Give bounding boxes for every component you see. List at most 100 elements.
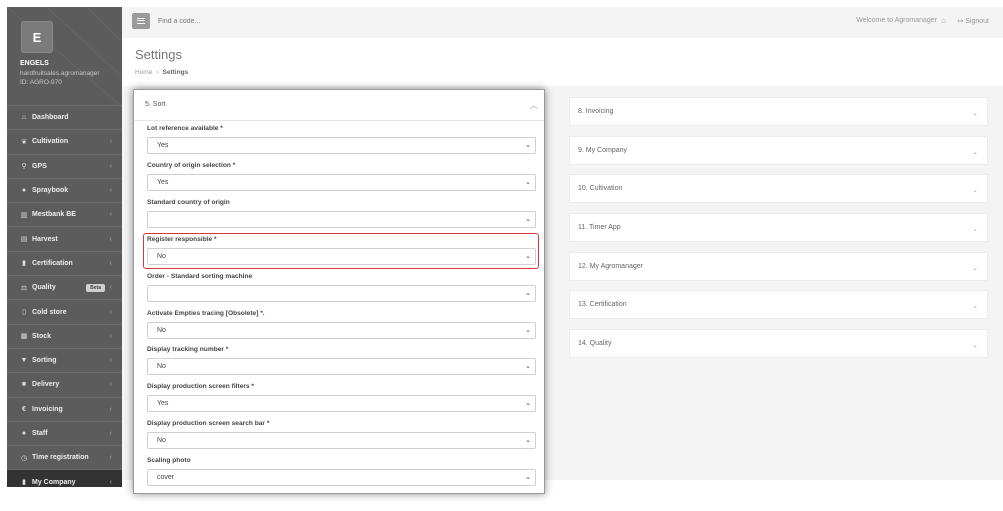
home-icon: ⌂ — [21, 114, 27, 122]
sidebar-item-label: Mestbank BE — [32, 211, 76, 219]
sidebar-item-label: Harvest — [32, 235, 58, 243]
breadcrumb-current: Settings — [162, 69, 189, 76]
sidebar-item-invoicing[interactable]: € Invoicing ‹ — [7, 396, 122, 421]
sidebar-item-my-company[interactable]: ▮ My Company ‹ — [7, 469, 122, 487]
select-dropdown[interactable]: ⌄ — [147, 285, 536, 302]
select-dropdown[interactable]: cover ⌄ — [147, 469, 536, 486]
field-lot-reference-available: Lot reference available * Yes ⌄ — [147, 125, 536, 154]
company-id: ID: AGRO-970 — [20, 79, 62, 86]
field-scaling-photo: Scaling photo cover ⌄ — [147, 457, 536, 486]
select-value: Yes — [157, 142, 169, 149]
field-label: Display production screen filters * — [147, 383, 254, 390]
sidebar-item-certification[interactable]: ▮ Certification ‹ — [7, 250, 122, 275]
building-icon: ▮ — [22, 479, 26, 487]
sidebar-item-gps[interactable]: ⚲ GPS ‹ — [7, 153, 122, 178]
breadcrumb-separator: › — [156, 69, 159, 76]
sort-panel-header[interactable]: 5. Sort ︿ — [134, 90, 544, 121]
chevron-up-icon[interactable]: ︿ — [530, 100, 538, 111]
bank-icon: ▥ — [20, 211, 28, 219]
sidebar-item-dashboard[interactable]: ⌂ Dashboard — [7, 105, 122, 129]
accordion-title: 9. My Company — [578, 147, 628, 154]
signout-link[interactable]: ↦ Signout — [957, 17, 989, 25]
select-dropdown[interactable]: Yes ⌄ — [147, 395, 536, 412]
sidebar-item-label: GPS — [32, 162, 47, 170]
sidebar-item-label: Time registration — [32, 454, 89, 462]
field-country-of-origin-selection: Country of origin selection * Yes ⌄ — [147, 162, 536, 191]
search-input[interactable] — [158, 14, 358, 29]
sidebar-item-label: Staff — [32, 430, 48, 437]
sidebar-item-harvest[interactable]: ▤ Harvest ‹ — [7, 226, 122, 250]
field-label: Lot reference available * — [147, 125, 223, 132]
company-name: ENGELS — [20, 60, 49, 67]
breadcrumb-home[interactable]: Home — [135, 69, 152, 76]
select-dropdown[interactable]: ⌄ — [147, 211, 536, 228]
sidebar-item-cold-store[interactable]: ▯ Cold store ‹ — [7, 299, 122, 323]
sidebar-item-mestbank-be[interactable]: ▥ Mestbank BE ‹ — [7, 202, 122, 226]
home-icon[interactable]: ⌂ — [941, 16, 946, 25]
field-label: Scaling photo — [147, 457, 191, 464]
chevron-left-icon: ‹ — [109, 284, 112, 292]
accordion-12-my-agromanager[interactable]: 12. My Agromanager ⌄ — [569, 252, 988, 281]
sidebar-item-label: Spraybook — [32, 187, 69, 195]
accordion-title: 13. Certification — [578, 301, 627, 308]
chevron-down-icon: ⌄ — [972, 226, 978, 233]
beta-badge: Beta — [86, 283, 105, 292]
breadcrumb: Home › Settings — [135, 69, 188, 76]
field-label: Display tracking number * — [147, 346, 229, 353]
accordion-14-quality[interactable]: 14. Quality ⌄ — [569, 329, 988, 358]
accordion-8-invoicing[interactable]: 8. Invoicing ⌄ — [569, 97, 988, 126]
sidebar-item-label: Quality — [32, 284, 56, 292]
chevron-down-icon: ⌄ — [972, 303, 978, 310]
chevron-left-icon: ‹ — [109, 235, 112, 243]
accordion-10-cultivation[interactable]: 10. Cultivation ⌄ — [569, 174, 988, 203]
select-dropdown[interactable]: No ⌄ — [147, 358, 536, 375]
chevron-left-icon: ‹ — [109, 357, 112, 365]
chevron-down-icon: ⌄ — [972, 265, 978, 272]
sidebar-item-staff[interactable]: ● Staff ‹ — [7, 420, 122, 445]
select-dropdown[interactable]: No ⌄ — [147, 322, 536, 339]
company-subdomain: hardfruitsales.agromanager — [20, 70, 100, 77]
sidebar-item-quality[interactable]: ⚖ Quality Beta ‹ — [7, 275, 122, 299]
chevron-left-icon: ‹ — [109, 259, 112, 267]
sidebar-item-label: Invoicing — [32, 405, 63, 413]
accordion-9-my-company[interactable]: 9. My Company ⌄ — [569, 136, 988, 165]
menu-toggle-button[interactable] — [132, 13, 150, 29]
sidebar-item-delivery[interactable]: ■ Delivery ‹ — [7, 372, 122, 396]
scale-icon: ⚖ — [20, 284, 28, 292]
sidebar-item-time-registration[interactable]: ◷ Time registration ‹ — [7, 445, 122, 469]
field-label: Activate Empties tracing [Obsolete] *. — [147, 310, 265, 317]
euro-icon: € — [22, 405, 26, 413]
clock-icon: ◷ — [20, 454, 28, 462]
sidebar-item-spraybook[interactable]: ● Spraybook ‹ — [7, 177, 122, 202]
top-bar: Welcome to Agromanager ⌂ ↦ Signout — [122, 7, 1003, 38]
sidebar-nav: ⌂ Dashboard ❦ Cultivation ‹ ⚲ GPS ‹ ● Spraybook ‹ ▥… — [7, 105, 122, 487]
sidebar-item-label: Sorting — [32, 357, 57, 365]
sidebar-item-label: My Company — [32, 478, 76, 486]
field-display-production-screen-filters: Display production screen filters * Yes ⌄ — [147, 383, 536, 412]
accordion-11-timer-app[interactable]: 11. Timer App ⌄ — [569, 213, 988, 242]
select-dropdown[interactable]: Yes ⌄ — [147, 174, 536, 191]
sidebar-item-label: Dashboard — [32, 114, 69, 122]
chevron-left-icon: ‹ — [109, 138, 112, 146]
page-title: Settings — [135, 47, 182, 62]
accordion-13-certification[interactable]: 13. Certification ⌄ — [569, 290, 988, 319]
sort-panel-title: 5. Sort — [145, 101, 166, 108]
sidebar-item-cultivation[interactable]: ❦ Cultivation ‹ — [7, 129, 122, 153]
select-dropdown[interactable]: No ⌄ — [147, 432, 536, 449]
select-value: No — [157, 327, 166, 334]
accordion-title: 11. Timer App — [578, 224, 621, 231]
field-order-standard-sorting-machine: Order - Standard sorting machine ⌄ — [147, 273, 536, 302]
chevron-left-icon: ‹ — [109, 478, 112, 486]
select-dropdown[interactable]: Yes ⌄ — [147, 137, 536, 154]
sidebar-item-sorting[interactable]: ▼ Sorting ‹ — [7, 347, 122, 372]
highlight-register-responsible — [143, 233, 539, 269]
company-logo[interactable]: E — [21, 21, 53, 53]
chevron-down-icon: ⌄ — [972, 342, 978, 349]
chevron-down-icon: ⌄ — [525, 327, 531, 334]
field-standard-country-of-origin: Standard country of origin ⌄ — [147, 199, 536, 228]
chevron-down-icon: ⌄ — [525, 290, 531, 297]
sidebar-item-stock[interactable]: ▦ Stock ‹ — [7, 323, 122, 348]
field-label: Display production screen search bar * — [147, 420, 270, 427]
accordion-title: 12. My Agromanager — [578, 263, 643, 270]
accordion-title: 10. Cultivation — [578, 185, 623, 192]
